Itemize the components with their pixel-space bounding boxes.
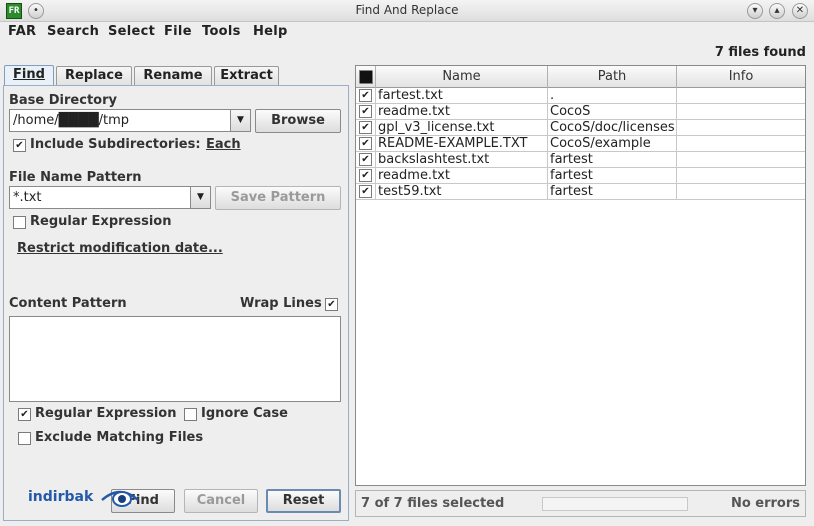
eye-icon xyxy=(101,490,139,507)
window-title: Find And Replace xyxy=(355,3,459,17)
cell-name: test59.txt xyxy=(376,184,548,200)
row-checkbox[interactable]: ✔ xyxy=(359,153,372,166)
browse-button[interactable]: Browse xyxy=(255,109,341,133)
include-subdirectories-checkbox[interactable]: ✔ xyxy=(13,139,26,152)
results-table[interactable]: Name Path Info ✔ fartest.txt. ✔ readme.txt C… xyxy=(355,65,806,486)
table-row[interactable]: ✔ test59.txt fartest xyxy=(356,184,805,200)
select-all-corner[interactable] xyxy=(356,66,376,88)
cell-path: CocoS xyxy=(548,104,677,120)
row-checkbox[interactable]: ✔ xyxy=(359,185,372,198)
tab-replace[interactable]: Replace xyxy=(56,66,132,85)
table-row[interactable]: ✔ backslashtest.txt fartest xyxy=(356,152,805,168)
reset-button[interactable]: Reset xyxy=(266,489,341,513)
cell-name: gpl_v3_license.txt xyxy=(376,120,548,136)
selection-status: 7 of 7 files selected xyxy=(361,496,505,511)
title-bar: FR • Find And Replace ▾ ▴ ✕ xyxy=(0,0,814,22)
minimize-button[interactable]: ▾ xyxy=(747,3,763,19)
cell-info xyxy=(677,120,805,136)
cell-name: fartest.txt xyxy=(376,88,548,104)
status-bar: 7 of 7 files selected No errors xyxy=(355,490,806,517)
row-checkbox[interactable]: ✔ xyxy=(359,169,372,182)
cell-name: README-EXAMPLE.TXT xyxy=(376,136,548,152)
ignore-case-checkbox[interactable] xyxy=(184,408,197,421)
cell-path: fartest xyxy=(548,168,677,184)
save-pattern-button[interactable]: Save Pattern xyxy=(215,186,341,210)
content-pattern-textarea[interactable] xyxy=(9,316,341,402)
find-panel: Base Directory /home/████/tmp ▼ Browse ✔… xyxy=(3,85,349,521)
menu-search[interactable]: Search xyxy=(47,24,99,39)
corner-triangle-icon xyxy=(359,69,373,84)
base-directory-value: /home/████/tmp xyxy=(13,113,129,128)
menu-bar: FAR Search Select File Tools Help xyxy=(0,22,814,43)
cell-path: CocoS/example xyxy=(548,136,677,152)
close-button[interactable]: ✕ xyxy=(792,3,808,19)
content-pattern-label: Content Pattern xyxy=(9,296,127,311)
regex-filename-checkbox[interactable] xyxy=(13,216,26,229)
table-row[interactable]: ✔ readme.txt CocoS xyxy=(356,104,805,120)
row-checkbox[interactable]: ✔ xyxy=(359,89,372,102)
cell-info xyxy=(677,88,805,104)
file-name-pattern-combo[interactable]: *.txt ▼ xyxy=(9,186,211,209)
files-found-count: 7 files found xyxy=(714,45,806,60)
cell-path: fartest xyxy=(548,184,677,200)
table-row[interactable]: ✔ readme.txt fartest xyxy=(356,168,805,184)
column-header-info[interactable]: Info xyxy=(677,66,805,88)
table-row[interactable]: ✔ fartest.txt. xyxy=(356,88,805,104)
cell-name: readme.txt xyxy=(376,168,548,184)
cell-info xyxy=(677,168,805,184)
ignore-case-label: Ignore Case xyxy=(201,406,288,421)
file-name-pattern-value: *.txt xyxy=(13,190,42,205)
menu-select[interactable]: Select xyxy=(108,24,155,39)
chevron-down-icon[interactable]: ▼ xyxy=(230,110,250,131)
cell-path: . xyxy=(548,88,677,104)
wrap-lines-checkbox[interactable]: ✔ xyxy=(325,298,338,311)
chevron-down-icon[interactable]: ▼ xyxy=(190,187,210,208)
cell-path: CocoS/doc/licenses xyxy=(548,120,677,136)
cancel-button[interactable]: Cancel xyxy=(184,489,258,513)
exclude-matching-checkbox[interactable] xyxy=(18,432,31,445)
file-name-pattern-label: File Name Pattern xyxy=(9,170,142,185)
table-row[interactable]: ✔ gpl_v3_license.txt CocoS/doc/licenses xyxy=(356,120,805,136)
menu-file[interactable]: File xyxy=(164,24,192,39)
tab-rename[interactable]: Rename xyxy=(134,66,212,85)
restrict-date-link[interactable]: Restrict modification date... xyxy=(17,241,223,256)
regex-content-label: Regular Expression xyxy=(35,406,177,421)
each-link[interactable]: Each xyxy=(206,137,241,152)
cell-path: fartest xyxy=(548,152,677,168)
column-header-path[interactable]: Path xyxy=(548,66,677,88)
table-header: Name Path Info xyxy=(356,66,805,88)
include-subdirectories-label: Include Subdirectories: xyxy=(30,137,201,152)
table-row[interactable]: ✔ README-EXAMPLE.TXT CocoS/example xyxy=(356,136,805,152)
maximize-button[interactable]: ▴ xyxy=(769,3,785,19)
wrap-lines-label: Wrap Lines xyxy=(240,296,322,311)
row-checkbox[interactable]: ✔ xyxy=(359,121,372,134)
progress-bar xyxy=(542,497,688,511)
cell-info xyxy=(677,136,805,152)
error-status: No errors xyxy=(730,496,800,511)
base-directory-label: Base Directory xyxy=(9,93,117,108)
watermark-logo-text: indirbak xyxy=(28,489,94,505)
regex-content-checkbox[interactable]: ✔ xyxy=(18,408,31,421)
menu-far[interactable]: FAR xyxy=(8,24,36,39)
exclude-matching-label: Exclude Matching Files xyxy=(35,430,204,445)
row-checkbox[interactable]: ✔ xyxy=(359,137,372,150)
cell-info xyxy=(677,104,805,120)
cell-name: readme.txt xyxy=(376,104,548,120)
tab-find[interactable]: Find xyxy=(4,65,54,86)
column-header-name[interactable]: Name xyxy=(376,66,548,88)
tab-extract[interactable]: Extract xyxy=(214,66,279,85)
regex-filename-label: Regular Expression xyxy=(30,214,172,229)
cell-info xyxy=(677,184,805,200)
menu-tools[interactable]: Tools xyxy=(202,24,241,39)
base-directory-combo[interactable]: /home/████/tmp ▼ xyxy=(9,109,251,132)
row-checkbox[interactable]: ✔ xyxy=(359,105,372,118)
cell-name: backslashtest.txt xyxy=(376,152,548,168)
menu-help[interactable]: Help xyxy=(253,24,288,39)
cell-info xyxy=(677,152,805,168)
